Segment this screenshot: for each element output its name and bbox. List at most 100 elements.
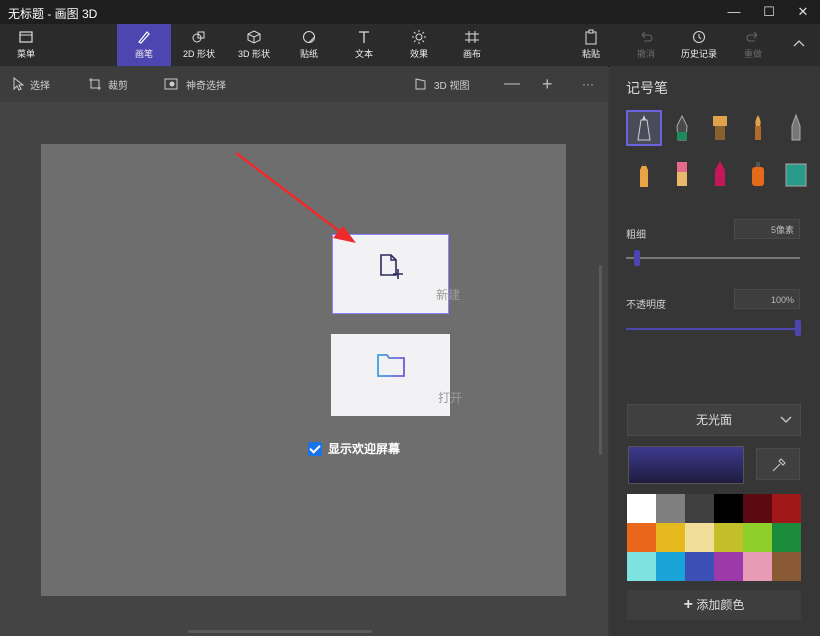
eraser-brush[interactable]: [666, 158, 698, 190]
horizontal-scrollbar[interactable]: [188, 630, 372, 633]
pixel-pen-brush[interactable]: [780, 112, 812, 144]
magic-select-tool[interactable]: 神奇选择: [164, 66, 226, 102]
current-color-swatch[interactable]: [628, 446, 744, 484]
add-color-label: 添加颜色: [696, 598, 745, 612]
tab-brushes[interactable]: 画笔: [117, 24, 171, 66]
close-button[interactable]: ✕: [786, 0, 820, 24]
thickness-value-field[interactable]: 5像素: [734, 219, 800, 239]
thickness-label: 粗细: [626, 230, 646, 241]
effects-icon: [412, 30, 426, 44]
select-cursor-icon: [13, 77, 24, 91]
menu-label: 菜单: [16, 49, 35, 59]
finish-value: 无光面: [695, 413, 732, 427]
show-welcome-checkbox[interactable]: [308, 441, 322, 456]
palette-swatch[interactable]: [627, 523, 656, 552]
marker-icon: [637, 115, 651, 141]
opacity-slider-thumb[interactable]: [795, 320, 801, 336]
finish-dropdown[interactable]: 无光面: [627, 404, 801, 436]
new-button[interactable]: 新建: [332, 234, 460, 314]
history-button[interactable]: 历史记录: [672, 24, 726, 66]
pixel-pen-icon: [791, 113, 801, 141]
panel-title: 记号笔: [626, 80, 668, 96]
palette-swatch[interactable]: [656, 523, 685, 552]
tab-label: 2D 形状: [182, 49, 215, 59]
palette-swatch[interactable]: [743, 494, 772, 523]
tab-canvas[interactable]: 画布: [445, 24, 499, 66]
more-options-button[interactable]: ···: [582, 66, 594, 102]
tab-label: 3D 形状: [237, 49, 270, 59]
palette-swatch[interactable]: [656, 494, 685, 523]
fill-bucket-icon: [785, 163, 807, 187]
palette-swatch[interactable]: [714, 552, 743, 581]
undo-icon: [641, 31, 653, 42]
view-3d-icon: [415, 78, 426, 90]
opacity-slider-track[interactable]: [626, 328, 800, 330]
thickness-slider-thumb[interactable]: [634, 250, 640, 266]
palette-swatch[interactable]: [772, 552, 801, 581]
opacity-value-field[interactable]: 100%: [734, 289, 800, 309]
palette-swatch[interactable]: [656, 552, 685, 581]
redo-button[interactable]: 重做: [726, 24, 780, 66]
tab-text[interactable]: 文本: [337, 24, 391, 66]
show-welcome-checkbox-row[interactable]: 显示欢迎屏幕: [308, 440, 400, 457]
view-3d-toggle[interactable]: 3D 视图: [414, 66, 470, 102]
palette-swatch[interactable]: [627, 552, 656, 581]
oil-brush[interactable]: [704, 112, 736, 144]
zoom-out-button[interactable]: —: [504, 66, 520, 102]
palette-swatch[interactable]: [772, 494, 801, 523]
tab-label: 画布: [462, 49, 481, 59]
open-button[interactable]: 打开: [331, 334, 462, 416]
tab-effects[interactable]: 效果: [392, 24, 446, 66]
thickness-slider-track[interactable]: [626, 257, 800, 259]
maximize-button[interactable]: ☐: [752, 0, 786, 24]
tab-3d-shapes[interactable]: 3D 形状: [227, 24, 281, 66]
select-tool[interactable]: 选择: [12, 66, 50, 102]
magic-select-label: 神奇选择: [186, 80, 226, 92]
drawing-canvas[interactable]: [41, 144, 566, 596]
undo-button[interactable]: 撤消: [619, 24, 673, 66]
palette-swatch[interactable]: [743, 523, 772, 552]
menu-button[interactable]: 菜单: [4, 24, 48, 66]
vertical-scrollbar[interactable]: [599, 265, 602, 455]
palette-swatch[interactable]: [772, 523, 801, 552]
opacity-label: 不透明度: [626, 300, 666, 311]
tab-stickers[interactable]: 贴纸: [282, 24, 336, 66]
palette-swatch[interactable]: [627, 494, 656, 523]
crayon-brush[interactable]: [704, 158, 736, 190]
tab-2d-shapes[interactable]: 2D 形状: [172, 24, 226, 66]
pencil-brush[interactable]: [628, 158, 660, 190]
zoom-in-button[interactable]: +: [542, 66, 553, 102]
watercolor-brush[interactable]: [742, 112, 774, 144]
crop-label: 裁剪: [108, 80, 128, 92]
palette-swatch[interactable]: [685, 523, 714, 552]
minimize-button[interactable]: —: [717, 0, 751, 24]
palette-swatch[interactable]: [714, 494, 743, 523]
fill-bucket-brush[interactable]: [780, 158, 812, 190]
crop-icon: [89, 78, 101, 90]
plus-icon: +: [683, 596, 693, 613]
calligraphy-pen-brush[interactable]: [666, 112, 698, 144]
pencil-icon: [640, 161, 648, 187]
title-bar: 无标题 - 画图 3D — ☐ ✕: [0, 0, 820, 24]
3d-shapes-icon: [247, 30, 261, 44]
calligraphy-pen-icon: [676, 114, 688, 141]
view-3d-label: 3D 视图: [434, 80, 470, 92]
collapse-ribbon-icon[interactable]: [792, 38, 806, 48]
marker-brush[interactable]: [626, 110, 662, 146]
add-color-button[interactable]: + 添加颜色: [627, 590, 801, 620]
palette-swatch[interactable]: [714, 523, 743, 552]
canvas-toolbar: 选择 裁剪 神奇选择 3D 视图 — + ···: [0, 66, 608, 102]
oil-brush-icon: [713, 116, 727, 140]
folder-icon: [377, 354, 405, 377]
paste-button[interactable]: 粘贴: [564, 24, 618, 66]
tab-label: 贴纸: [299, 49, 318, 59]
palette-swatch[interactable]: [685, 494, 714, 523]
crop-tool[interactable]: 裁剪: [88, 66, 128, 102]
eyedropper-button[interactable]: [756, 448, 800, 480]
tab-label: 文本: [354, 49, 373, 59]
palette-swatch[interactable]: [685, 552, 714, 581]
palette-swatch[interactable]: [743, 552, 772, 581]
menu-folder-icon: [19, 31, 33, 43]
redo-label: 重做: [743, 49, 762, 59]
spray-can-brush[interactable]: [742, 158, 774, 190]
